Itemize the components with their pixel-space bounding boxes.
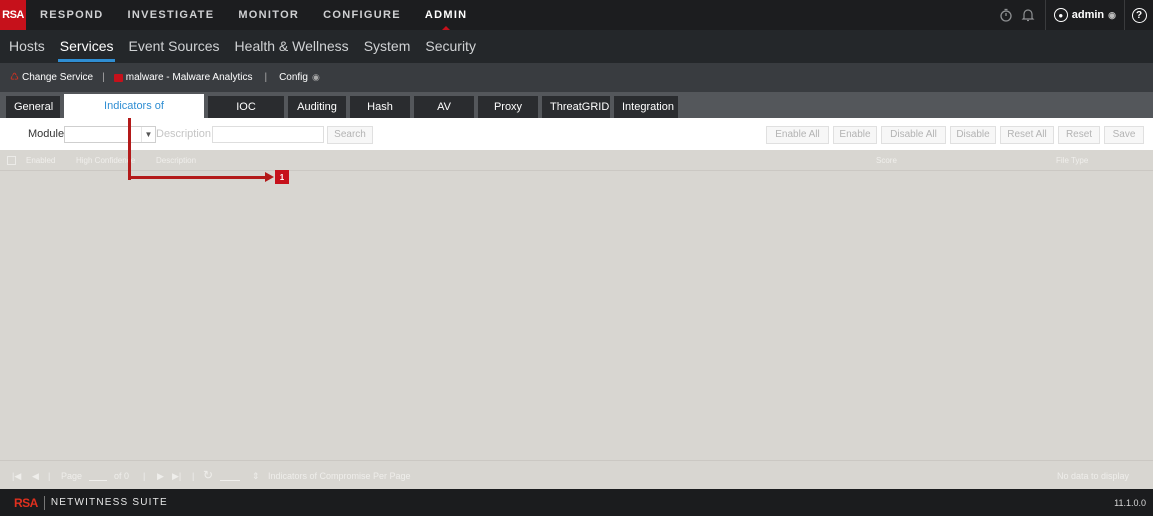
disable-button[interactable]: Disable — [950, 126, 996, 144]
chevron-down-icon[interactable]: ◉ — [312, 72, 320, 83]
main-nav: RESPOND INVESTIGATE MONITOR CONFIGURE AD… — [40, 0, 491, 30]
tab-hash[interactable]: Hash — [350, 96, 410, 118]
divider: | — [264, 72, 268, 83]
chevron-down-icon: ◉ — [1108, 9, 1116, 20]
disable-all-button[interactable]: Disable All — [881, 126, 946, 144]
footer-logo: RSA — [14, 495, 38, 510]
notifications-bell-icon[interactable] — [1017, 0, 1039, 30]
col-enabled[interactable]: Enabled — [26, 156, 55, 165]
product-name: NETWITNESS SUITE — [50, 497, 168, 508]
annotation-line-vertical — [128, 118, 131, 180]
enable-button[interactable]: Enable — [833, 126, 877, 144]
first-page-icon[interactable]: |◀ — [12, 471, 21, 482]
tab-auditing[interactable]: Auditing — [288, 96, 346, 118]
nav-investigate[interactable]: INVESTIGATE — [128, 0, 215, 30]
next-page-icon[interactable]: ▶ — [157, 471, 164, 482]
tab-threatgrid[interactable]: ThreatGRID — [542, 96, 610, 118]
ioc-toolbar: Module ▼ Description Search Enable All E… — [0, 118, 1153, 150]
module-select[interactable]: ▼ — [64, 126, 156, 143]
col-description[interactable]: Description — [156, 156, 196, 165]
user-menu[interactable]: ● admin ◉ — [1044, 0, 1125, 30]
pager-divider: | — [143, 471, 146, 481]
search-button[interactable]: Search — [327, 126, 373, 144]
page-label: Page — [61, 471, 83, 481]
subnav-health-wellness[interactable]: Health & Wellness — [229, 30, 355, 63]
user-icon: ● — [1053, 8, 1068, 22]
last-page-icon[interactable]: ▶| — [172, 471, 181, 482]
per-page-label: Indicators of Compromise Per Page — [268, 471, 411, 481]
timer-icon[interactable] — [995, 0, 1017, 30]
description-label: Description — [156, 128, 212, 140]
tab-indicators-of-compromise[interactable]: Indicators of Compromise — [64, 94, 204, 136]
pager-divider: | — [192, 471, 195, 481]
service-name[interactable]: malware - Malware Analytics — [126, 72, 253, 83]
prev-page-icon[interactable]: ◀ — [32, 471, 39, 482]
tab-proxy[interactable]: Proxy — [478, 96, 538, 118]
service-type-icon — [113, 73, 123, 82]
nav-admin[interactable]: ADMIN — [425, 0, 468, 30]
page-number-input[interactable] — [89, 471, 107, 481]
grid-pager: |◀ ◀ | Page of 0 | ▶ ▶| | ↻ ⇕ Indicators… — [0, 460, 1153, 489]
username: admin — [1071, 9, 1105, 21]
version: 11.1.0.0 — [1114, 497, 1146, 508]
col-high-confidence[interactable]: High Confidence — [76, 156, 135, 165]
grid-header: Enabled High Confidence Description Scor… — [0, 150, 1153, 171]
save-button[interactable]: Save — [1104, 126, 1144, 144]
pager-status: No data to display — [1057, 471, 1130, 481]
refresh-icon[interactable]: ↻ — [203, 468, 213, 482]
ioc-grid: Enabled High Confidence Description Scor… — [0, 150, 1153, 489]
enable-all-button[interactable]: Enable All — [766, 126, 829, 144]
admin-subnav: Hosts Services Event Sources Health & We… — [0, 30, 1153, 63]
nav-monitor[interactable]: MONITOR — [238, 0, 299, 30]
reset-all-button[interactable]: Reset All — [1000, 126, 1054, 144]
footer-divider — [43, 495, 45, 510]
help-button[interactable]: ? — [1125, 7, 1153, 23]
col-file-type[interactable]: File Type — [1056, 156, 1088, 165]
description-input[interactable] — [212, 126, 324, 143]
pager-divider: | — [48, 471, 51, 481]
nav-configure[interactable]: CONFIGURE — [323, 0, 401, 30]
annotation-arrow-icon — [265, 172, 274, 182]
chevron-down-icon: ▼ — [141, 127, 155, 142]
config-tabs: General Indicators of Compromise IOC Sum… — [0, 92, 1153, 136]
top-nav: RSA RESPOND INVESTIGATE MONITOR CONFIGUR… — [0, 0, 1153, 30]
change-service-icon: ♺ — [10, 72, 19, 83]
page-size-input[interactable] — [220, 471, 240, 481]
page-size-spinner-icon[interactable]: ⇕ — [252, 471, 260, 482]
tab-integration[interactable]: Integration — [614, 96, 678, 118]
help-icon: ? — [1131, 7, 1147, 23]
change-service-link[interactable]: Change Service — [22, 72, 93, 83]
subnav-system[interactable]: System — [358, 30, 417, 63]
subnav-event-sources[interactable]: Event Sources — [122, 30, 225, 63]
config-menu[interactable]: Config — [279, 72, 308, 83]
tab-av[interactable]: AV — [414, 96, 474, 118]
subnav-services[interactable]: Services — [54, 30, 120, 63]
divider: | — [102, 72, 105, 83]
rsa-logo[interactable]: RSA — [0, 0, 26, 30]
select-all-checkbox[interactable] — [7, 156, 16, 165]
module-label: Module — [28, 128, 65, 140]
tab-ioc-summary[interactable]: IOC Summary — [208, 96, 284, 135]
top-right-tools: ● admin ◉ ? — [995, 0, 1153, 30]
page-count: of 0 — [114, 471, 130, 481]
annotation-callout: 1 — [275, 170, 289, 184]
tab-general[interactable]: General — [6, 96, 60, 118]
subnav-security[interactable]: Security — [419, 30, 482, 63]
service-bar: ♺ Change Service | malware - Malware Ana… — [0, 63, 1153, 92]
col-score[interactable]: Score — [876, 156, 897, 165]
annotation-line-horizontal — [128, 176, 268, 179]
nav-respond[interactable]: RESPOND — [40, 0, 104, 30]
app-footer: RSA NETWITNESS SUITE 11.1.0.0 — [0, 489, 1153, 516]
subnav-hosts[interactable]: Hosts — [3, 30, 51, 63]
reset-button[interactable]: Reset — [1058, 126, 1100, 144]
